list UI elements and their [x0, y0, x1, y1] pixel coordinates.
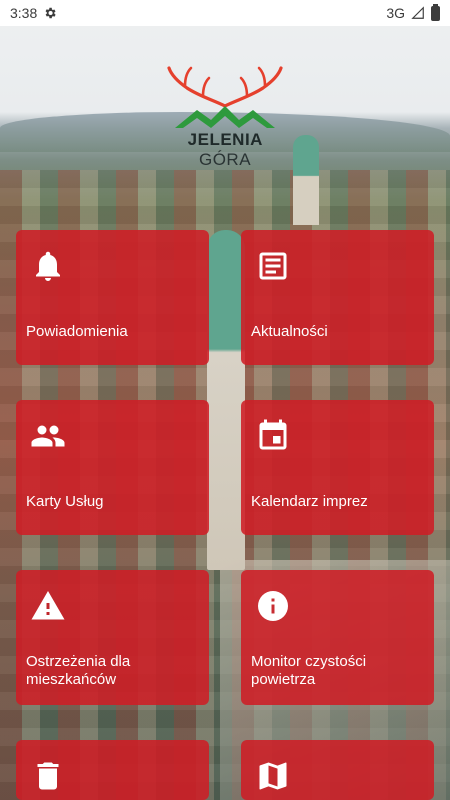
- tile-notifications[interactable]: Powiadomienia: [16, 230, 209, 365]
- tile-map[interactable]: [241, 740, 434, 800]
- warning-icon: [31, 591, 65, 620]
- tile-waste[interactable]: [16, 740, 209, 800]
- status-bar: 3:38 3G: [0, 0, 450, 26]
- logo-text-light: GÓRA: [198, 150, 252, 169]
- article-icon: [259, 252, 287, 280]
- tile-label: Powiadomienia: [26, 323, 128, 340]
- tile-label: Aktualności: [251, 323, 328, 340]
- signal-icon: [411, 6, 424, 19]
- tile-service-cards[interactable]: Karty Usług: [16, 400, 209, 535]
- tile-resident-warnings[interactable]: Ostrzeżenia dla mieszkańców: [16, 570, 209, 705]
- logo-wordmark: JELENIA GÓRA: [160, 130, 290, 170]
- tile-events-calendar[interactable]: Kalendarz imprez: [241, 400, 434, 535]
- status-time: 3:38: [10, 5, 38, 21]
- map-icon: [259, 762, 287, 790]
- people-icon: [31, 425, 65, 447]
- tile-news[interactable]: Aktualności: [241, 230, 434, 365]
- tile-label: Karty Usług: [26, 493, 104, 510]
- gear-icon: [45, 7, 56, 19]
- city-logo: JELENIA GÓRA: [160, 66, 290, 169]
- bell-icon: [36, 251, 60, 281]
- logo-text-bold: JELENIA: [187, 130, 263, 149]
- trash-icon: [37, 762, 59, 790]
- tile-air-quality-monitor[interactable]: Monitor czystości powietrza: [241, 570, 434, 705]
- battery-icon: [431, 3, 440, 21]
- info-icon: [258, 591, 288, 621]
- calendar-icon: [259, 419, 287, 450]
- tile-label: Kalendarz imprez: [251, 493, 368, 510]
- tile-label: Monitor czystości powietrza: [251, 653, 367, 688]
- antlers-mountains-logo-icon: [167, 66, 283, 128]
- network-type: 3G: [386, 5, 405, 21]
- tile-label: Ostrzeżenia dla mieszkańców: [26, 653, 131, 688]
